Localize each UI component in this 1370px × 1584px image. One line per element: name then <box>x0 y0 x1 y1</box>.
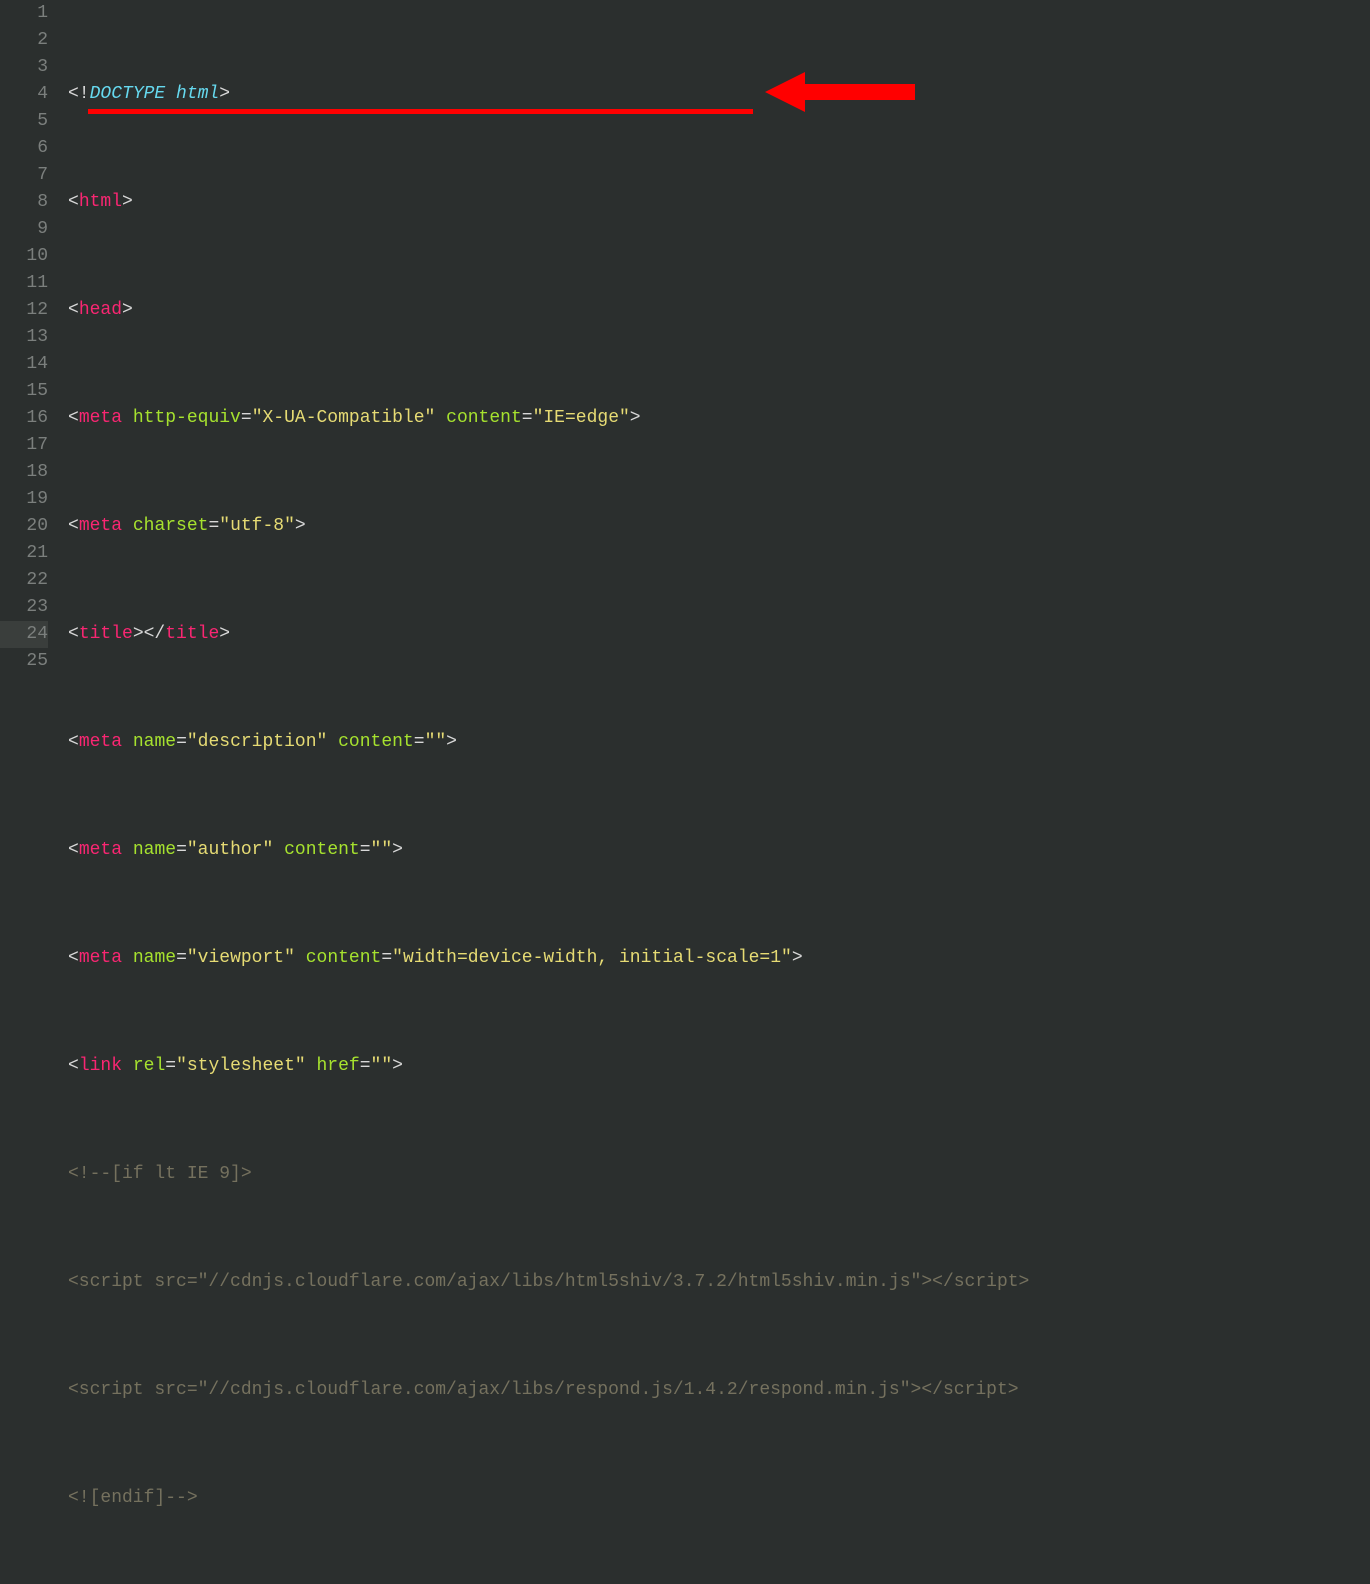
line-number: 3 <box>0 54 48 81</box>
line-number: 5 <box>0 108 48 135</box>
line-number: 19 <box>0 486 48 513</box>
code-line[interactable]: <meta name="author" content=""> <box>68 837 1370 864</box>
line-number: 7 <box>0 162 48 189</box>
code-line[interactable]: <link rel="stylesheet" href=""> <box>68 1053 1370 1080</box>
line-number: 25 <box>0 648 48 675</box>
code-line[interactable]: <meta name="viewport" content="width=dev… <box>68 945 1370 972</box>
code-line[interactable]: <!--[if lt IE 9]> <box>68 1161 1370 1188</box>
code-line[interactable]: <head> <box>68 297 1370 324</box>
line-number: 11 <box>0 270 48 297</box>
line-number: 20 <box>0 513 48 540</box>
line-number: 4 <box>0 81 48 108</box>
code-line-highlighted[interactable]: <meta http-equiv="X-UA-Compatible" conte… <box>68 405 1370 432</box>
code-editor[interactable]: 1 2 3 4 5 6 7 8 9 10 11 12 13 14 15 16 1… <box>0 0 1370 1584</box>
line-number: 8 <box>0 189 48 216</box>
line-number: 13 <box>0 324 48 351</box>
code-content[interactable]: <!DOCTYPE html> <html> <head> <meta http… <box>68 0 1370 1584</box>
code-line[interactable]: <![endif]--> <box>68 1485 1370 1512</box>
code-line[interactable]: <meta charset="utf-8"> <box>68 513 1370 540</box>
line-number: 12 <box>0 297 48 324</box>
line-number: 21 <box>0 540 48 567</box>
line-number: 22 <box>0 567 48 594</box>
line-number: 24 <box>0 621 48 648</box>
line-number: 2 <box>0 27 48 54</box>
line-number: 10 <box>0 243 48 270</box>
code-line[interactable]: <title></title> <box>68 621 1370 648</box>
code-line[interactable]: <html> <box>68 189 1370 216</box>
line-number: 14 <box>0 351 48 378</box>
annotation-underline <box>88 109 753 114</box>
code-line[interactable]: <script src="//cdnjs.cloudflare.com/ajax… <box>68 1269 1370 1296</box>
code-line[interactable]: <script src="//cdnjs.cloudflare.com/ajax… <box>68 1377 1370 1404</box>
code-line[interactable]: <meta name="description" content=""> <box>68 729 1370 756</box>
code-line[interactable]: <!DOCTYPE html> <box>68 81 1370 108</box>
line-number: 16 <box>0 405 48 432</box>
line-number: 23 <box>0 594 48 621</box>
line-number: 9 <box>0 216 48 243</box>
line-number-gutter: 1 2 3 4 5 6 7 8 9 10 11 12 13 14 15 16 1… <box>0 0 68 1584</box>
line-number: 1 <box>0 0 48 27</box>
line-number: 15 <box>0 378 48 405</box>
line-number: 6 <box>0 135 48 162</box>
line-number: 18 <box>0 459 48 486</box>
line-number: 17 <box>0 432 48 459</box>
